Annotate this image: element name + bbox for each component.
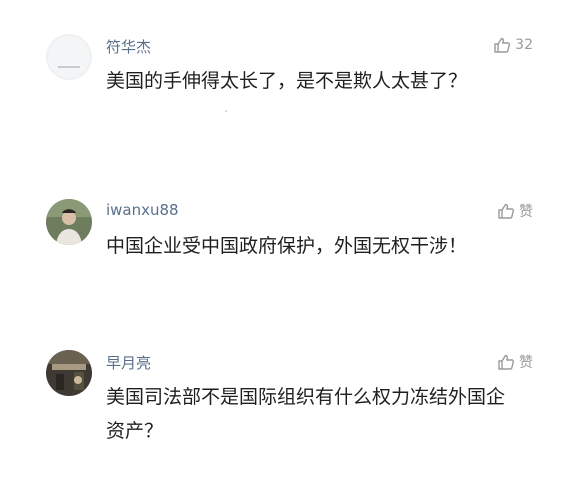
like-button[interactable]: 赞 — [497, 352, 533, 372]
like-label: 赞 — [519, 355, 533, 371]
comment-text: 美国司法部不是国际组织有什么权力冻结外国企资产？ — [106, 386, 506, 442]
thumbs-up-icon — [497, 353, 515, 371]
avatar[interactable] — [46, 350, 92, 396]
comment-item: 早月亮 赞 美国司法部不是国际组织有什么权力冻结外国企资产？ — [0, 0, 571, 477]
username[interactable]: 早月亮 — [106, 352, 151, 373]
